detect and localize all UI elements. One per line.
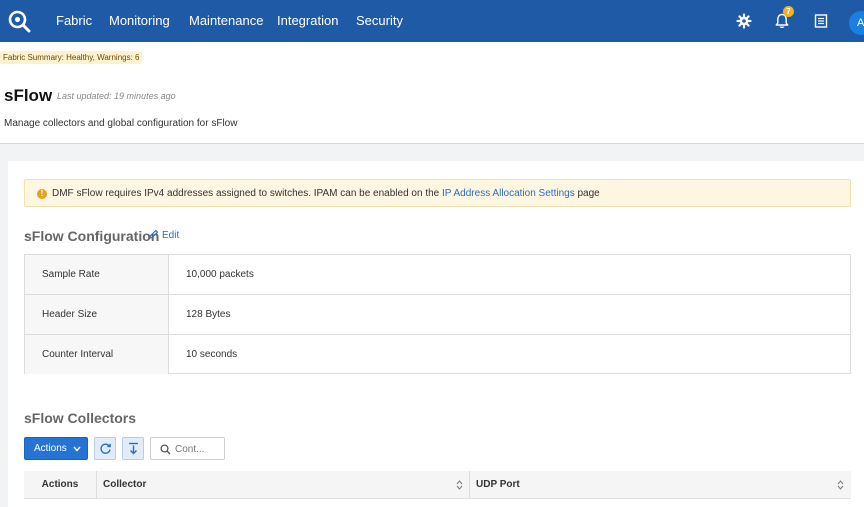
notification-count-badge: 7	[783, 6, 794, 17]
refresh-icon	[100, 443, 111, 454]
collector-search-field[interactable]	[150, 437, 225, 460]
edit-configuration-button[interactable]: Edit	[149, 229, 179, 241]
config-row-counter-interval: Counter Interval 10 seconds	[25, 334, 850, 374]
actions-label: Actions	[34, 443, 67, 454]
config-row-header-size: Header Size 128 Bytes	[25, 294, 850, 334]
config-key-cell: Header Size	[25, 295, 169, 334]
nav-item-monitoring[interactable]: Monitoring	[109, 13, 170, 28]
alert-text-after: page	[574, 188, 600, 199]
nav-item-integration[interactable]: Integration	[277, 13, 338, 28]
column-header-udp-port[interactable]: UDP Port	[469, 471, 851, 499]
top-navbar: Fabric Monitoring Maintenance Integratio…	[0, 0, 864, 42]
last-updated-text: Last updated: 19 minutes ago	[57, 91, 176, 101]
pencil-icon	[149, 229, 159, 239]
chevron-down-icon	[73, 446, 81, 452]
logo-icon[interactable]	[7, 9, 31, 33]
config-row-sample-rate: Sample Rate 10,000 packets	[25, 255, 850, 295]
alert-message: DMF sFlow requires IPv4 addresses assign…	[52, 188, 600, 199]
nav-item-security[interactable]: Security	[356, 13, 403, 28]
column-header-actions: Actions	[41, 479, 79, 490]
ipam-warning-alert: ! DMF sFlow requires IPv4 addresses assi…	[24, 179, 851, 207]
config-value: 10,000 packets	[186, 269, 254, 280]
edit-label: Edit	[162, 230, 180, 241]
warning-icon: !	[37, 189, 47, 199]
config-key-cell: Counter Interval	[25, 335, 169, 374]
sort-icon[interactable]	[456, 480, 463, 490]
actions-dropdown-button[interactable]: Actions	[24, 437, 88, 460]
search-icon	[160, 444, 171, 455]
ip-address-allocation-settings-link[interactable]: IP Address Allocation Settings	[442, 188, 575, 199]
config-key-label: Header Size	[42, 309, 98, 320]
fabric-summary-badge[interactable]: Fabric Summary: Healthy, Warnings: 6	[0, 51, 143, 64]
config-key-label: Counter Interval	[42, 349, 114, 360]
sflow-configuration-title: sFlow Configuration	[24, 228, 160, 244]
sflow-collectors-title: sFlow Collectors	[24, 410, 137, 426]
alert-text-before: DMF sFlow requires IPv4 addresses assign…	[52, 188, 443, 199]
nav-item-maintenance[interactable]: Maintenance	[189, 13, 263, 28]
sflow-configuration-table: Sample Rate 10,000 packets Header Size 1…	[24, 254, 851, 374]
search-input[interactable]	[175, 442, 223, 456]
task-list-icon[interactable]	[812, 12, 830, 30]
page-description: Manage collectors and global configurati…	[4, 118, 238, 129]
export-button[interactable]	[122, 437, 144, 460]
nav-item-fabric[interactable]: Fabric	[56, 13, 92, 28]
sort-icon[interactable]	[837, 480, 844, 490]
collectors-table-header: Actions Collector UDP Port	[24, 471, 851, 499]
refresh-button[interactable]	[94, 437, 116, 460]
user-avatar[interactable]: A	[849, 11, 864, 35]
column-header-collector[interactable]: Collector	[96, 471, 469, 499]
config-key-label: Sample Rate	[42, 269, 100, 280]
config-value: 10 seconds	[186, 349, 238, 360]
download-icon	[129, 442, 138, 455]
page-title: sFlow	[4, 86, 53, 105]
gear-icon[interactable]	[735, 12, 753, 30]
config-key-cell: Sample Rate	[25, 255, 169, 295]
config-value: 128 Bytes	[186, 309, 231, 320]
